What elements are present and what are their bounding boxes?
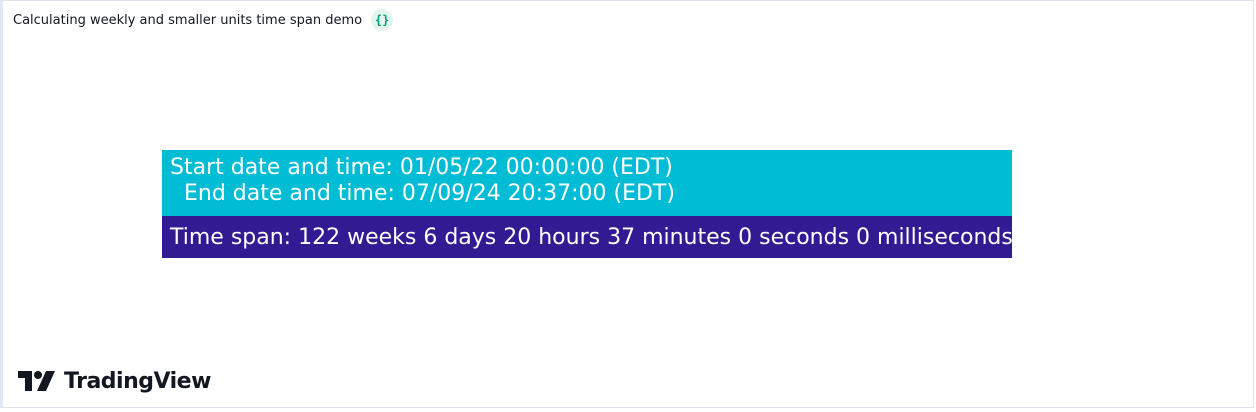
script-header: Calculating weekly and smaller units tim… — [13, 9, 394, 31]
start-date-label: Start date and time: 01/05/22 00:00:00 (… — [170, 155, 673, 180]
end-date-label: End date and time: 07/09/24 20:37:00 (ED… — [170, 181, 675, 206]
script-title: Calculating weekly and smaller units tim… — [13, 12, 363, 28]
tradingview-logo-icon — [18, 370, 55, 391]
time-span-label: Time span: 122 weeks 6 days 20 hours 37 … — [170, 224, 1013, 250]
tradingview-brand[interactable]: TradingView — [18, 369, 211, 394]
time-span-table: Start date and time: 01/05/22 00:00:00 (… — [162, 150, 1013, 258]
time-span-row: Time span: 122 weeks 6 days 20 hours 37 … — [162, 216, 1013, 258]
brand-name: TradingView — [64, 369, 211, 394]
source-code-icon[interactable]: {} — [371, 9, 394, 31]
dates-row: Start date and time: 01/05/22 00:00:00 (… — [162, 150, 1012, 216]
